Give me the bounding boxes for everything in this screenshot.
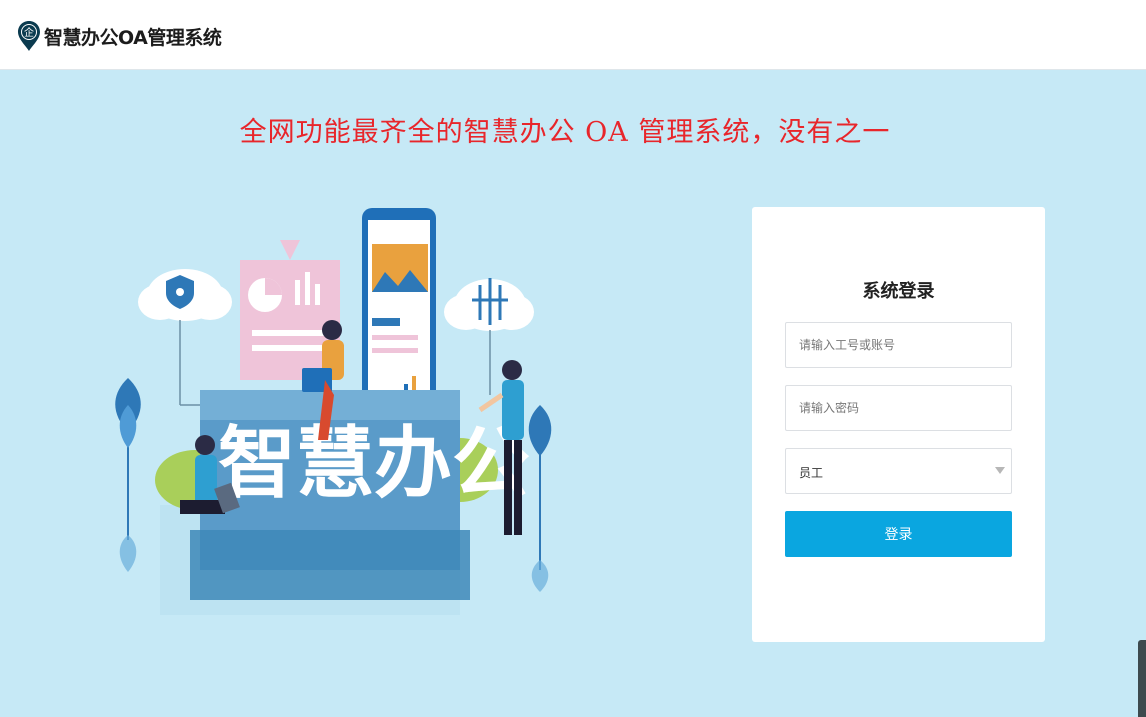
logo-icon: 企: [18, 21, 40, 51]
smart-office-illustration: 智慧办公: [115, 208, 552, 615]
role-select-value: 员工: [799, 466, 824, 480]
username-input[interactable]: [785, 322, 1012, 368]
slogan-headline: 全网功能最齐全的智慧办公 OA 管理系统，没有之一: [239, 117, 891, 148]
top-header: 企 智慧办公OA管理系统: [0, 0, 1146, 70]
login-title: 系统登录: [862, 281, 935, 302]
svg-text:企: 企: [24, 26, 34, 39]
role-select[interactable]: 员工: [785, 448, 1012, 494]
login-button[interactable]: 登录: [785, 511, 1012, 557]
login-card: 系统登录 员工 登录: [752, 207, 1045, 642]
password-input[interactable]: [785, 385, 1012, 431]
side-widget-tab[interactable]: [1138, 640, 1146, 717]
app-title: 智慧办公OA管理系统: [44, 27, 222, 49]
illustration-big-text: 智慧办公: [218, 419, 530, 509]
caret-down-icon: [995, 467, 1005, 474]
